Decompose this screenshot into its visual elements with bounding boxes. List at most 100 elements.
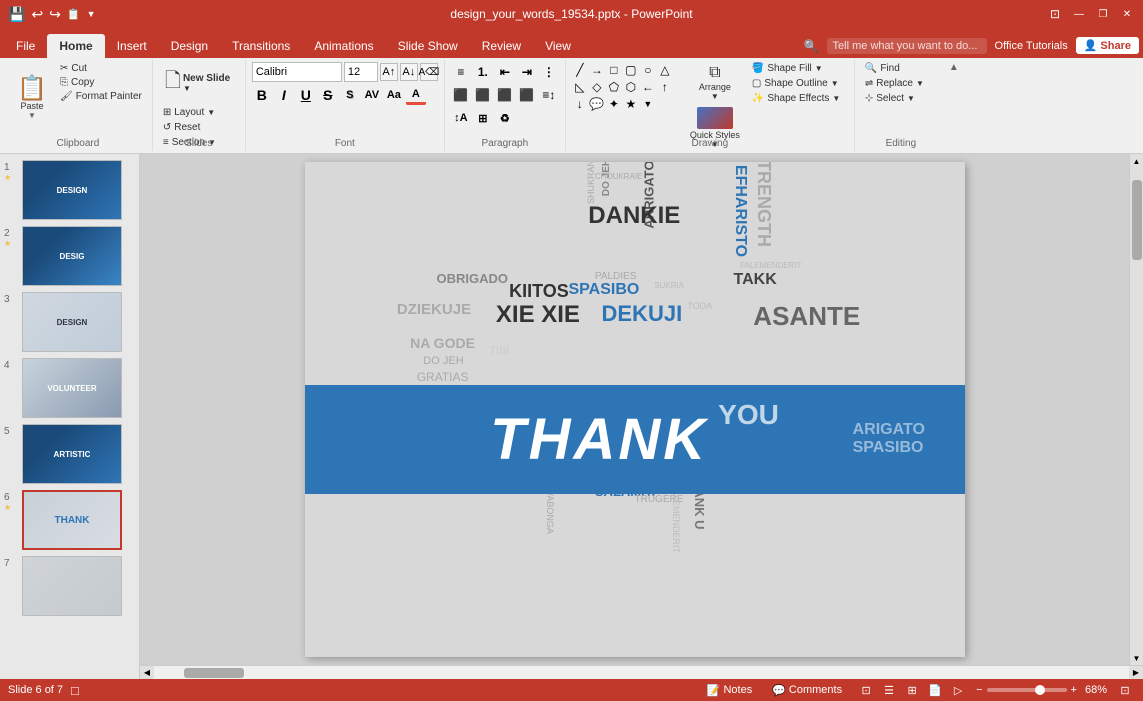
customize-icon[interactable]: 📋	[67, 8, 81, 21]
font-size-decrease[interactable]: A↓	[400, 63, 418, 81]
font-name-input[interactable]	[252, 62, 342, 82]
tab-file[interactable]: File	[4, 34, 47, 58]
shape-line[interactable]: ╱	[572, 62, 588, 78]
indent-decrease-button[interactable]: ⇤	[495, 62, 515, 82]
tab-home[interactable]: Home	[47, 34, 104, 58]
paste-button[interactable]: 📋 Paste ▼	[10, 62, 54, 135]
tab-view[interactable]: View	[533, 34, 583, 58]
minimize-button[interactable]: —	[1071, 6, 1087, 22]
clear-format-button[interactable]: A⌫	[420, 63, 438, 81]
notes-page-button[interactable]: 📄	[925, 681, 945, 699]
align-center-button[interactable]: ⬛	[473, 85, 493, 105]
align-text-button[interactable]: ⊞	[473, 108, 493, 128]
slide-thumb-7[interactable]: 7	[4, 556, 135, 616]
shape-diamond[interactable]: ◇	[589, 79, 605, 95]
save-icon[interactable]: 💾	[8, 6, 25, 23]
scroll-right-button[interactable]: ▶	[1129, 666, 1143, 680]
layout-button[interactable]: ⊞ Layout ▼	[159, 106, 239, 119]
shape-effects-button[interactable]: ✨ Shape Effects ▼	[748, 92, 848, 105]
shape-outline-button[interactable]: ▢ Shape Outline ▼	[748, 77, 848, 90]
undo-icon[interactable]: ↩	[31, 6, 43, 23]
close-button[interactable]: ✕	[1119, 6, 1135, 22]
line-spacing-button[interactable]: ≡↕	[539, 85, 559, 105]
numbering-button[interactable]: 1.	[473, 62, 493, 82]
notes-button[interactable]: 📝 Notes	[701, 683, 758, 698]
shape-arrow-down[interactable]: ↓	[572, 96, 588, 112]
font-size-increase[interactable]: A↑	[380, 63, 398, 81]
slide-canvas[interactable]: ARRIGATO DO JEH SHUKRAN CHOUKRAIE DANKIE…	[140, 154, 1129, 665]
shape-rect[interactable]: □	[606, 62, 622, 78]
slide-sorter-button[interactable]: ⊞	[902, 681, 922, 699]
shapes-more[interactable]: ▼	[640, 96, 656, 112]
slide-thumb-4[interactable]: 4 VOLUNTEER	[4, 358, 135, 418]
new-slide-button[interactable]: 🗋 New Slide ▼	[159, 62, 239, 104]
justify-button[interactable]: ⬛	[517, 85, 537, 105]
shape-arrow-up[interactable]: ↑	[657, 79, 673, 95]
zoom-out-button[interactable]: −	[976, 684, 982, 696]
share-button[interactable]: 👤 Share	[1076, 37, 1139, 54]
shape-star5[interactable]: ★	[623, 96, 639, 112]
char-spacing-button[interactable]: AV	[362, 85, 382, 105]
shape-arrow-right[interactable]: →	[589, 62, 605, 78]
scroll-up-button[interactable]: ▲	[1130, 154, 1143, 168]
normal-view-button[interactable]: ⊡	[856, 681, 876, 699]
shape-star4[interactable]: ✦	[606, 96, 622, 112]
scroll-track-v[interactable]	[1130, 168, 1143, 651]
find-button[interactable]: 🔍 Find	[861, 62, 941, 75]
cut-button[interactable]: ✂ Cut	[56, 62, 146, 75]
slide-thumb-1[interactable]: 1 ★ DESIGN	[4, 160, 135, 220]
horizontal-scrollbar[interactable]: ◀ ▶	[140, 665, 1143, 679]
comments-button[interactable]: 💬 Comments	[766, 683, 848, 698]
shape-pentagon[interactable]: ⬠	[606, 79, 622, 95]
collapse-ribbon-button[interactable]: ▲	[947, 60, 961, 151]
tab-slideshow[interactable]: Slide Show	[386, 34, 470, 58]
shape-hexagon[interactable]: ⬡	[623, 79, 639, 95]
shape-triangle[interactable]: △	[657, 62, 673, 78]
shape-arrow-left[interactable]: ←	[640, 79, 656, 95]
align-right-button[interactable]: ⬛	[495, 85, 515, 105]
bold-button[interactable]: B	[252, 85, 272, 105]
scroll-thumb-v[interactable]	[1132, 180, 1142, 260]
new-slide-dropdown[interactable]: ▼	[183, 84, 230, 93]
bullets-button[interactable]: ≡	[451, 62, 471, 82]
shape-callout[interactable]: 💬	[589, 96, 605, 112]
copy-button[interactable]: ⎘ Copy	[56, 76, 146, 89]
scroll-down-button[interactable]: ▼	[1130, 651, 1143, 665]
replace-button[interactable]: ⇌ Replace ▼	[861, 77, 941, 90]
scroll-thumb-h[interactable]	[184, 668, 244, 678]
tab-animations[interactable]: Animations	[302, 34, 385, 58]
font-size-input[interactable]	[344, 62, 378, 82]
text-direction-para-button[interactable]: ↕A	[451, 108, 471, 128]
reading-view-button[interactable]: ▷	[948, 681, 968, 699]
slide-thumb-3[interactable]: 3 DESIGN	[4, 292, 135, 352]
restore-button[interactable]: ❐	[1095, 6, 1111, 22]
vertical-scrollbar[interactable]: ▲ ▼	[1129, 154, 1143, 665]
slide-thumb-6[interactable]: 6 ★ THANK	[4, 490, 135, 550]
tab-insert[interactable]: Insert	[105, 34, 159, 58]
dropdown-icon[interactable]: ▼	[87, 9, 96, 19]
office-tutorials-link[interactable]: Office Tutorials	[995, 40, 1068, 52]
font-color-button[interactable]: A	[406, 85, 426, 105]
tab-review[interactable]: Review	[470, 34, 533, 58]
convert-smartart-button[interactable]: ♻	[495, 108, 515, 128]
strikethrough-button[interactable]: S	[318, 85, 338, 105]
shape-rtriangle[interactable]: ◺	[572, 79, 588, 95]
zoom-slider[interactable]: − +	[976, 684, 1077, 696]
shape-oval[interactable]: ○	[640, 62, 656, 78]
outline-view-button[interactable]: ☰	[879, 681, 899, 699]
paste-dropdown[interactable]: ▼	[28, 111, 36, 120]
align-left-button[interactable]: ⬛	[451, 85, 471, 105]
tab-transitions[interactable]: Transitions	[220, 34, 302, 58]
zoom-in-button[interactable]: +	[1071, 684, 1077, 696]
shape-fill-button[interactable]: 🪣 Shape Fill ▼	[748, 62, 848, 75]
slide-thumb-5[interactable]: 5 ARTISTIC	[4, 424, 135, 484]
format-painter-button[interactable]: 🖌 Format Painter	[56, 90, 146, 103]
shadow-button[interactable]: S	[340, 85, 360, 105]
scroll-track-h[interactable]	[154, 666, 1129, 680]
underline-button[interactable]: U	[296, 85, 316, 105]
columns-button[interactable]: ⋮	[539, 62, 559, 82]
tab-design[interactable]: Design	[159, 34, 220, 58]
restore-view-icon[interactable]: ⊡	[1047, 6, 1063, 22]
fit-to-window-button[interactable]: ⊡	[1115, 681, 1135, 699]
slide-thumb-2[interactable]: 2 ★ DESIG	[4, 226, 135, 286]
